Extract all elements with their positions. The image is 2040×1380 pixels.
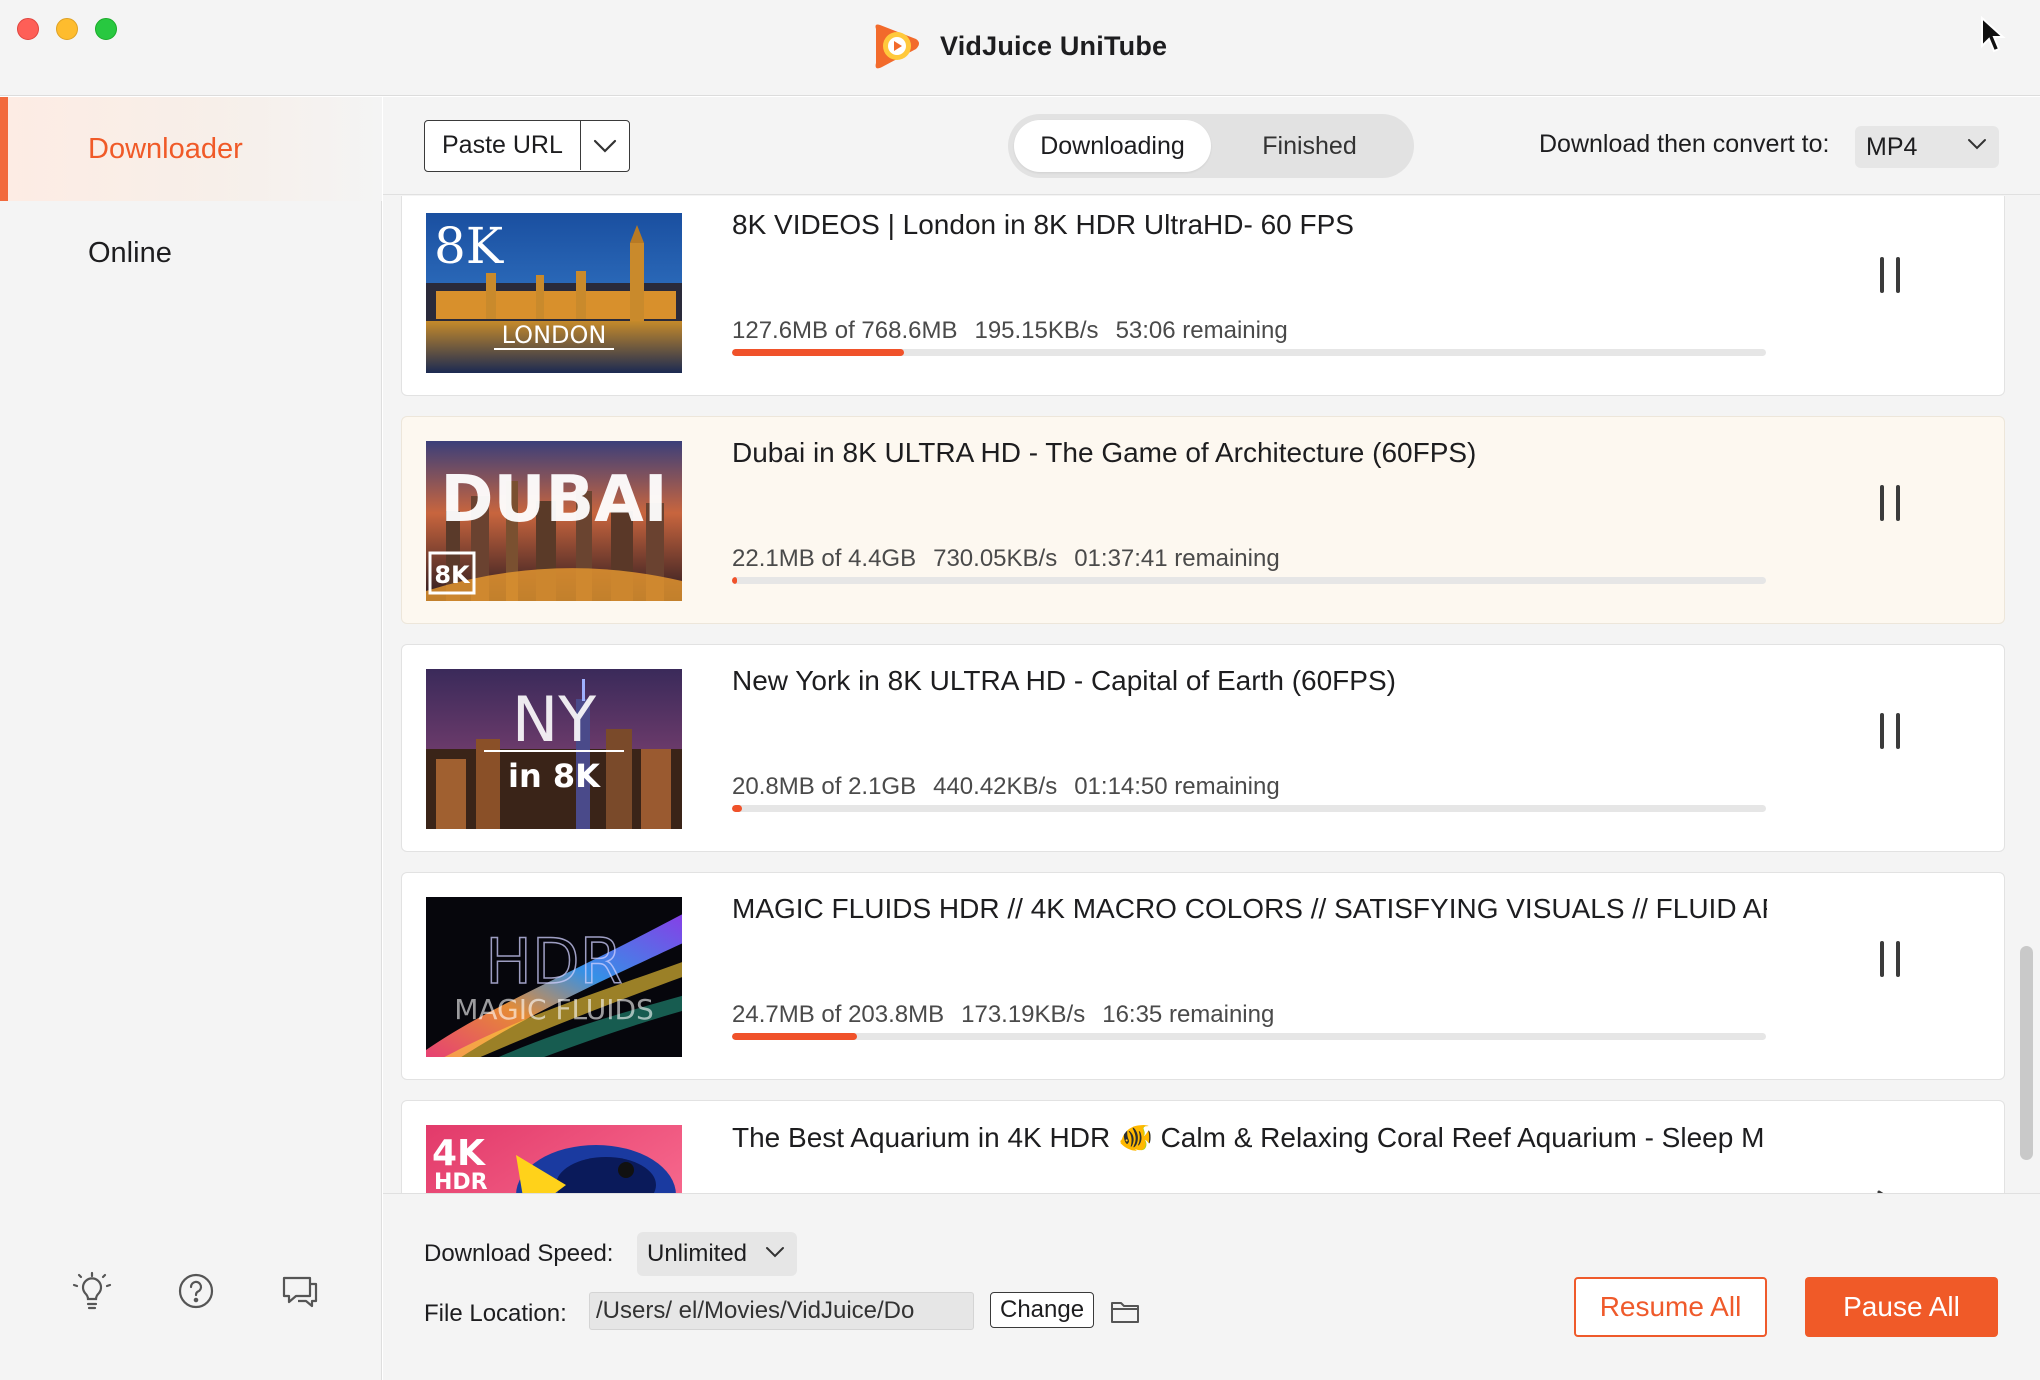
pause-icon [1880, 713, 1900, 749]
progress-bar [732, 577, 1766, 584]
pause-download-button[interactable] [1862, 703, 1918, 759]
feedback-icon[interactable] [278, 1269, 322, 1313]
sidebar-item-label: Downloader [88, 132, 243, 165]
zoom-window-button[interactable] [95, 18, 117, 40]
thumbnail-text: 8K [434, 217, 505, 275]
chevron-down-icon [766, 1247, 784, 1258]
tab-downloading[interactable]: Downloading [1014, 120, 1211, 172]
download-stats: 24.7MB of 203.8MB 173.19KB/s 16:35 remai… [732, 1001, 1274, 1029]
help-icon[interactable] [174, 1269, 218, 1313]
app-window: VidJuice UniTube Downloader Online Paste… [0, 0, 2040, 1380]
pause-icon [1880, 485, 1900, 521]
sidebar: Downloader Online [0, 97, 382, 1380]
app-title: VidJuice UniTube [940, 30, 1168, 61]
thumbnail-text: HDR [485, 925, 622, 998]
convert-format-select[interactable]: MP4 [1855, 126, 1999, 168]
sidebar-tools [70, 1269, 322, 1313]
app-logo-icon [875, 24, 919, 69]
footer-bar: Download Speed: Unlimited File Location:… [383, 1193, 2040, 1380]
paste-url-button[interactable]: Paste URL [425, 121, 581, 170]
app-title-group: VidJuice UniTube [870, 20, 1167, 72]
minimize-window-button[interactable] [56, 18, 78, 40]
download-item: NY in 8K New York in 8K ULTRA HD - Capit… [401, 644, 2005, 852]
pause-icon [1880, 257, 1900, 293]
progress-bar [732, 1033, 1766, 1040]
download-stats: 20.8MB of 2.1GB 440.42KB/s 01:14:50 rema… [732, 773, 1280, 801]
download-size: 127.6MB of 768.6MB [732, 317, 958, 344]
download-item: DUBAI 8K Dubai in 8K ULTRA HD - The Game… [401, 416, 2005, 624]
pause-download-button[interactable] [1862, 247, 1918, 303]
download-remaining: 16:35 remaining [1102, 1001, 1275, 1028]
progress-fill [732, 349, 904, 356]
main-panel: Paste URL Downloading Finished Download … [383, 97, 2040, 1380]
download-item: HDR MAGIC FLUIDS MAGIC FLUIDS HDR // 4K … [401, 872, 2005, 1080]
file-location-label: File Location: [424, 1300, 567, 1327]
download-size: 20.8MB of 2.1GB [732, 773, 917, 800]
sidebar-item-downloader[interactable]: Downloader [0, 97, 382, 201]
thumbnail-text: in 8K [508, 757, 601, 795]
resume-all-button[interactable]: Resume All [1574, 1277, 1767, 1337]
title-bar: VidJuice UniTube [0, 0, 2040, 96]
thumbnail-text: LONDON [502, 321, 607, 349]
video-title: 8K VIDEOS | London in 8K HDR UltraHD- 60… [732, 209, 1354, 240]
video-title: The Best Aquarium in 4K HDR 🐠 Calm & Rel… [732, 1122, 1765, 1153]
thumbnail-text: 4K [432, 1133, 486, 1174]
paste-url-group: Paste URL [424, 120, 630, 172]
download-speed-value: Unlimited [647, 1240, 748, 1267]
pause-download-button[interactable] [1862, 931, 1918, 987]
download-status-tabs: Downloading Finished [1008, 114, 1414, 178]
download-speed: 173.19KB/s [961, 1001, 1086, 1028]
sidebar-item-label: Online [88, 236, 172, 269]
thumbnail-text: NY [512, 683, 596, 756]
chevron-down-icon [1968, 139, 1986, 150]
download-size: 22.1MB of 4.4GB [732, 545, 917, 572]
thumbnail-text: HDR [434, 1170, 488, 1195]
pause-download-button[interactable] [1862, 475, 1918, 531]
toolbar: Paste URL Downloading Finished Download … [383, 97, 2040, 195]
download-item: 8K LONDON 8K VIDEOS | London in 8K HDR U… [401, 196, 2005, 396]
folder-icon[interactable] [1110, 1298, 1140, 1324]
video-title: New York in 8K ULTRA HD - Capital of Ear… [732, 665, 1396, 696]
convert-format-value: MP4 [1866, 132, 1918, 161]
file-location-field: /Users/ el/Movies/VidJuice/Do [589, 1292, 974, 1330]
progress-fill [732, 577, 738, 584]
progress-bar [732, 805, 1766, 812]
download-speed-select[interactable]: Unlimited [637, 1232, 797, 1276]
thumbnail-text: DUBAI [440, 463, 667, 537]
sidebar-item-online[interactable]: Online [0, 201, 382, 305]
paste-url-dropdown[interactable] [581, 121, 629, 170]
download-remaining: 01:14:50 remaining [1074, 773, 1280, 800]
close-window-button[interactable] [17, 18, 39, 40]
lightbulb-icon[interactable] [70, 1269, 114, 1313]
download-stats: 22.1MB of 4.4GB 730.05KB/s 01:37:41 rema… [732, 545, 1280, 573]
video-thumbnail: NY in 8K [426, 669, 682, 829]
convert-label: Download then convert to: [1539, 130, 1830, 158]
progress-fill [732, 805, 743, 812]
thumbnail-text: 8K [434, 561, 471, 589]
download-remaining: 01:37:41 remaining [1074, 545, 1280, 572]
chevron-down-icon [593, 139, 616, 153]
change-location-button[interactable]: Change [990, 1292, 1095, 1328]
download-speed: 440.42KB/s [933, 773, 1058, 800]
video-title: MAGIC FLUIDS HDR // 4K MACRO COLORS // S… [732, 893, 1767, 924]
download-size: 24.7MB of 203.8MB [732, 1001, 945, 1028]
download-speed-label: Download Speed: [424, 1240, 614, 1267]
download-list-scrollbar[interactable] [2020, 946, 2033, 1160]
tab-finished[interactable]: Finished [1211, 120, 1408, 172]
download-remaining: 53:06 remaining [1115, 317, 1288, 344]
pause-all-button[interactable]: Pause All [1805, 1277, 1998, 1337]
progress-fill [732, 1033, 858, 1040]
download-speed: 730.05KB/s [933, 545, 1058, 572]
video-title: Dubai in 8K ULTRA HD - The Game of Archi… [732, 437, 1477, 468]
video-thumbnail: HDR MAGIC FLUIDS [426, 897, 682, 1057]
progress-bar [732, 349, 1766, 356]
video-thumbnail: DUBAI 8K [426, 441, 682, 601]
pause-icon [1880, 941, 1900, 977]
download-list: 8K LONDON 8K VIDEOS | London in 8K HDR U… [383, 196, 2040, 1292]
thumbnail-text: MAGIC FLUIDS [454, 993, 654, 1026]
download-speed: 195.15KB/s [974, 317, 1099, 344]
download-stats: 127.6MB of 768.6MB 195.15KB/s 53:06 rema… [732, 317, 1288, 345]
video-thumbnail: 8K LONDON [426, 213, 682, 373]
mouse-cursor-icon [1981, 16, 2006, 53]
